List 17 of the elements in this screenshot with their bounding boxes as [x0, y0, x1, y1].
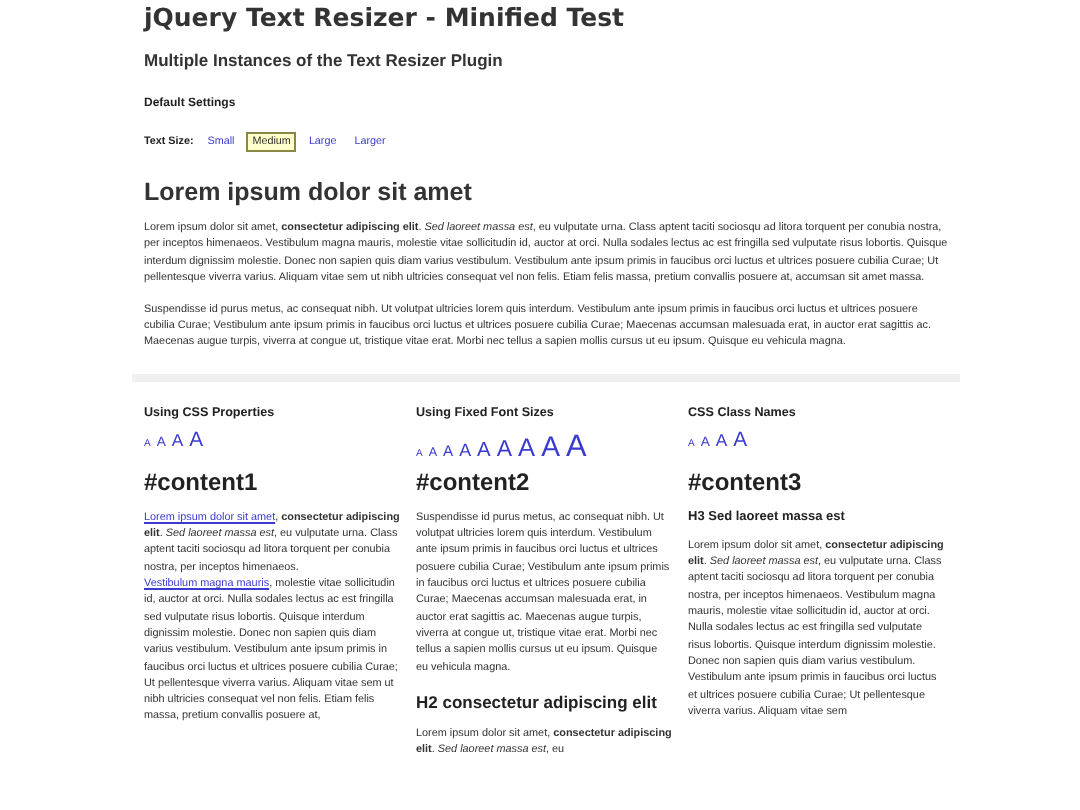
text-size-link[interactable]: A	[733, 431, 748, 453]
text-size-link[interactable]: A	[518, 435, 536, 462]
subheading: H2 consectetur adipiscing elit	[416, 691, 659, 712]
page-title: jQuery Text Resizer - Minified Test	[144, 0, 627, 32]
article-heading: Lorem ipsum dolor sit amet	[144, 178, 474, 206]
content-heading: #content1	[144, 467, 260, 496]
content-heading: #content2	[416, 467, 532, 496]
page-subtitle: Multiple Instances of the Text Resizer Plugin	[144, 50, 505, 70]
text-size-link[interactable]: A	[565, 431, 587, 463]
text-size-link[interactable]: A	[171, 431, 184, 449]
text-size-link[interactable]: A	[477, 441, 491, 463]
text-size-link[interactable]: A	[459, 441, 472, 460]
text-size-link[interactable]: A	[496, 439, 513, 463]
text-size-link[interactable]: A	[541, 431, 560, 460]
text-size-link[interactable]: A	[715, 431, 728, 449]
content-heading: #content3	[688, 467, 804, 496]
text-size-link[interactable]: A	[189, 431, 204, 453]
